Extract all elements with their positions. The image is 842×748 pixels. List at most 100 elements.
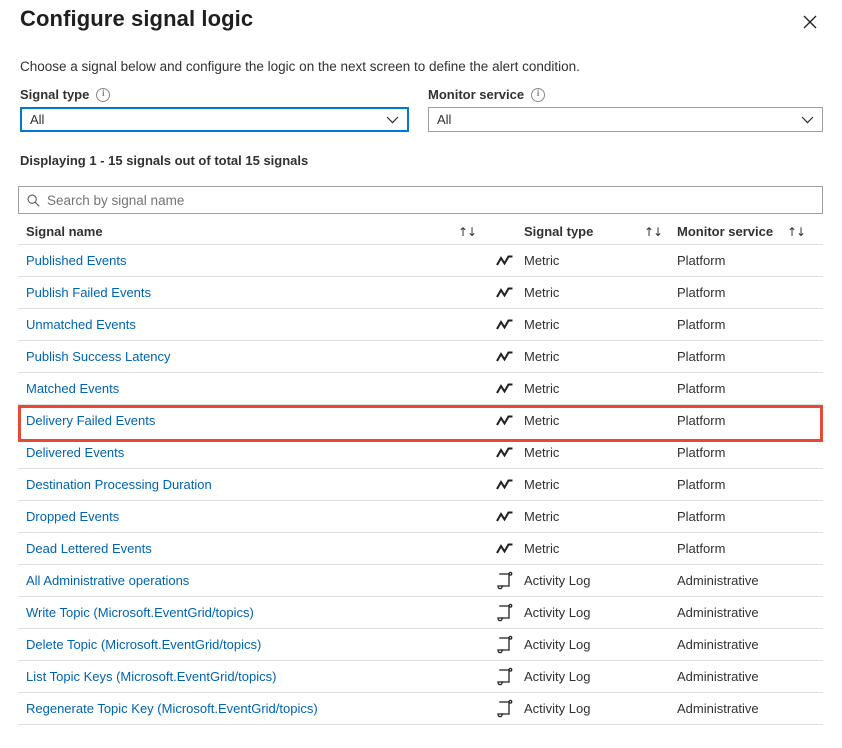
metric-line-chart-icon	[494, 254, 516, 268]
table-row[interactable]: Destination Processing Duration Metric Pla…	[18, 469, 823, 501]
column-header-signal-name[interactable]: Signal name	[18, 223, 458, 241]
table-row[interactable]: Publish Success Latency Metric Platform	[18, 341, 823, 373]
monitor-service-cell: Platform	[677, 412, 787, 430]
metric-line-chart-icon	[494, 286, 516, 300]
signal-name-link[interactable]: Delete Topic (Microsoft.EventGrid/topics…	[26, 637, 261, 652]
search-icon	[27, 194, 40, 207]
signal-name-cell: Delivered Events	[18, 444, 458, 462]
column-header-monitor-service[interactable]: Monitor service	[677, 223, 787, 241]
signal-type-value: Activity Log	[524, 604, 591, 620]
signal-name-link[interactable]: Publish Failed Events	[26, 285, 151, 300]
signal-type-icon-cell	[494, 254, 524, 268]
signal-name-link[interactable]: Delivery Failed Events	[26, 413, 155, 428]
table-row[interactable]: Delete Topic (Microsoft.EventGrid/topics…	[18, 629, 823, 661]
sort-ascending-descending-icon[interactable]: ↑↓	[644, 226, 677, 238]
signal-name-link[interactable]: Regenerate Topic Key (Microsoft.EventGri…	[26, 701, 318, 716]
signal-type-icon-cell	[494, 446, 524, 460]
metric-line-chart-icon	[494, 318, 516, 332]
chevron-down-icon	[801, 116, 814, 124]
signal-type-value: All	[30, 112, 45, 127]
signal-type-icon-cell	[494, 478, 524, 492]
monitor-service-value: Platform	[677, 380, 726, 396]
results-count: Displaying 1 - 15 signals out of total 1…	[20, 153, 309, 168]
table-row[interactable]: Published Events Metric Platform	[18, 245, 823, 277]
activity-log-scroll-icon	[494, 699, 516, 718]
sort-ascending-descending-icon[interactable]: ↑↓	[787, 226, 823, 238]
table-row[interactable]: Unmatched Events Metric Platform	[18, 309, 823, 341]
signal-name-cell: Delivery Failed Events	[18, 412, 458, 430]
table-row[interactable]: All Administrative operations Activity Lo…	[18, 565, 823, 597]
signal-type-value: Metric	[524, 380, 560, 396]
signal-type-icon-cell	[494, 603, 524, 622]
search-box[interactable]	[18, 186, 823, 214]
signal-type-value: Metric	[524, 540, 560, 556]
monitor-service-value: Platform	[677, 508, 726, 524]
search-input[interactable]	[47, 192, 814, 208]
signal-type-cell: Metric	[524, 252, 644, 270]
monitor-service-filter: Monitor service i All	[428, 86, 823, 132]
signal-type-cell: Metric	[524, 284, 644, 302]
signals-table: Signal name ↑↓ Signal type ↑↓ Monitor se…	[18, 219, 823, 725]
signal-name-link[interactable]: Write Topic (Microsoft.EventGrid/topics)	[26, 605, 254, 620]
monitor-service-cell: Administrative	[677, 604, 787, 622]
table-row[interactable]: Matched Events Metric Platform	[18, 373, 823, 405]
signal-type-cell: Metric	[524, 540, 644, 558]
table-row[interactable]: Delivery Failed Events Metric Platform	[18, 405, 823, 442]
chevron-down-icon	[386, 116, 399, 124]
signal-name-link[interactable]: Unmatched Events	[26, 317, 136, 332]
signal-type-dropdown[interactable]: All	[20, 107, 409, 132]
info-icon[interactable]: i	[531, 87, 546, 102]
signal-type-icon-cell	[494, 635, 524, 654]
signal-type-cell: Metric	[524, 508, 644, 526]
signal-name-link[interactable]: Destination Processing Duration	[26, 477, 212, 492]
info-icon[interactable]: i	[96, 87, 111, 102]
signal-type-icon-cell	[494, 699, 524, 718]
monitor-service-value: Platform	[677, 540, 726, 556]
signal-name-link[interactable]: List Topic Keys (Microsoft.EventGrid/top…	[26, 669, 276, 684]
signal-type-cell: Metric	[524, 316, 644, 334]
signal-type-icon-cell	[494, 414, 524, 428]
signal-type-value: Activity Log	[524, 668, 591, 684]
signal-name-link[interactable]: Publish Success Latency	[26, 349, 171, 364]
signal-name-link[interactable]: Published Events	[26, 253, 126, 268]
signal-type-cell: Activity Log	[524, 572, 644, 590]
signal-type-value: Activity Log	[524, 572, 591, 588]
table-row[interactable]: Regenerate Topic Key (Microsoft.EventGri…	[18, 693, 823, 725]
close-icon[interactable]	[796, 8, 824, 36]
signal-type-cell: Metric	[524, 444, 644, 462]
table-row[interactable]: Publish Failed Events Metric Platform	[18, 277, 823, 309]
signal-name-link[interactable]: Delivered Events	[26, 445, 124, 460]
table-row[interactable]: Dropped Events Metric Platform	[18, 501, 823, 533]
signal-name-link[interactable]: Dead Lettered Events	[26, 541, 152, 556]
activity-log-scroll-icon	[494, 635, 516, 654]
signal-type-icon-cell	[494, 510, 524, 524]
signal-type-icon-cell	[494, 382, 524, 396]
monitor-service-label-row: Monitor service i	[428, 86, 823, 103]
signal-type-cell: Metric	[524, 476, 644, 494]
signal-type-value: Metric	[524, 348, 560, 364]
signal-name-link[interactable]: Dropped Events	[26, 509, 119, 524]
table-row[interactable]: List Topic Keys (Microsoft.EventGrid/top…	[18, 661, 823, 693]
table-row[interactable]: Write Topic (Microsoft.EventGrid/topics)…	[18, 597, 823, 629]
signal-type-icon-cell	[494, 571, 524, 590]
signal-name-cell: Unmatched Events	[18, 316, 458, 334]
monitor-service-label: Monitor service	[428, 87, 525, 102]
monitor-service-value: Administrative	[677, 668, 759, 684]
signal-name-cell: All Administrative operations	[18, 572, 458, 590]
monitor-service-cell: Administrative	[677, 700, 787, 718]
signal-name-link[interactable]: Matched Events	[26, 381, 119, 396]
monitor-service-value: Administrative	[677, 572, 759, 588]
table-row[interactable]: Delivered Events Metric Platform	[18, 437, 823, 469]
sort-ascending-descending-icon[interactable]: ↑↓	[458, 226, 494, 238]
signal-type-icon-cell	[494, 350, 524, 364]
signal-name-link[interactable]: All Administrative operations	[26, 573, 189, 588]
signal-name-cell: Published Events	[18, 252, 458, 270]
monitor-service-value: Administrative	[677, 700, 759, 716]
monitor-service-cell: Administrative	[677, 636, 787, 654]
signal-type-icon-cell	[494, 318, 524, 332]
monitor-service-dropdown[interactable]: All	[428, 107, 823, 132]
table-row[interactable]: Dead Lettered Events Metric Platform	[18, 533, 823, 565]
column-header-signal-type[interactable]: Signal type	[524, 223, 644, 241]
signal-name-cell: Regenerate Topic Key (Microsoft.EventGri…	[18, 700, 458, 718]
signal-type-value: Activity Log	[524, 700, 591, 716]
